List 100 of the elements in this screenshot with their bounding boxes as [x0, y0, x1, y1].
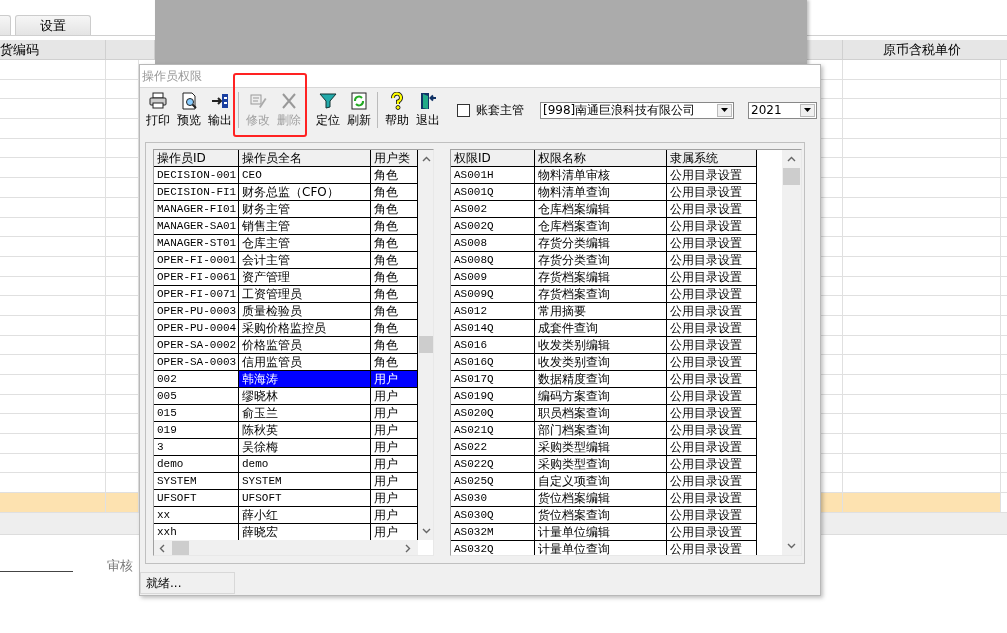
table-cell[interactable]: OPER-FI-0001	[154, 252, 239, 269]
table-cell[interactable]: AS022	[451, 439, 535, 456]
table-cell[interactable]: 角色	[371, 235, 418, 252]
table-cell[interactable]: 用户	[371, 490, 418, 507]
table-cell[interactable]: 工资管理员	[239, 286, 371, 303]
table-cell[interactable]: OPER-SA-0003	[154, 354, 239, 371]
table-cell[interactable]: demo	[239, 456, 371, 473]
table-cell[interactable]: 采购类型编辑	[535, 439, 667, 456]
table-cell[interactable]: 缪晓林	[239, 388, 371, 405]
table-cell[interactable]: 存货档案查询	[535, 286, 667, 303]
table-cell[interactable]: MANAGER-SA01	[154, 218, 239, 235]
table-cell[interactable]: 仓库档案编辑	[535, 201, 667, 218]
table-cell[interactable]: 薛晓宏	[239, 524, 371, 540]
table-cell[interactable]: 公用目录设置	[667, 320, 757, 337]
table-cell[interactable]: AS002Q	[451, 218, 535, 235]
table-cell[interactable]: 财务主管	[239, 201, 371, 218]
column-header[interactable]: 权限名称	[535, 150, 667, 167]
table-cell[interactable]: 计量单位查询	[535, 541, 667, 555]
table-cell[interactable]: AS030	[451, 490, 535, 507]
table-cell[interactable]: 常用摘要	[535, 303, 667, 320]
table-cell[interactable]: 公用目录设置	[667, 354, 757, 371]
toolbar-button[interactable]: 退出	[412, 89, 443, 131]
toolbar-button[interactable]: 刷新	[343, 89, 374, 131]
table-cell[interactable]: 吴徐梅	[239, 439, 371, 456]
table-cell[interactable]: AS022Q	[451, 456, 535, 473]
table-cell[interactable]: 用户	[371, 439, 418, 456]
table-cell[interactable]: 部门档案查询	[535, 422, 667, 439]
table-cell[interactable]: 收发类别查询	[535, 354, 667, 371]
table-cell[interactable]: 计量单位编辑	[535, 524, 667, 541]
column-header[interactable]: 隶属系统	[667, 150, 757, 167]
table-cell[interactable]: 用户	[371, 456, 418, 473]
table-cell[interactable]: 角色	[371, 320, 418, 337]
column-header[interactable]: 操作员全名	[239, 150, 371, 167]
table-cell[interactable]: 采购价格监控员	[239, 320, 371, 337]
table-cell[interactable]: 质量检验员	[239, 303, 371, 320]
table-cell[interactable]: 公用目录设置	[667, 473, 757, 490]
table-cell[interactable]: UFSOFT	[154, 490, 239, 507]
table-cell[interactable]: 数据精度查询	[535, 371, 667, 388]
table-cell[interactable]: 陈秋英	[239, 422, 371, 439]
table-cell[interactable]: 薛小红	[239, 507, 371, 524]
table-cell[interactable]: SYSTEM	[239, 473, 371, 490]
table-cell[interactable]: 存货分类查询	[535, 252, 667, 269]
table-cell[interactable]: AS016Q	[451, 354, 535, 371]
table-cell[interactable]: 公用目录设置	[667, 184, 757, 201]
table-cell[interactable]: CEO	[239, 167, 371, 184]
table-cell[interactable]: 俞玉兰	[239, 405, 371, 422]
table-cell[interactable]: demo	[154, 456, 239, 473]
tab[interactable]: 设置	[15, 15, 91, 35]
table-cell[interactable]: AS008	[451, 235, 535, 252]
table-cell[interactable]: 价格监管员	[239, 337, 371, 354]
table-cell[interactable]: 角色	[371, 354, 418, 371]
table-cell[interactable]: AS001Q	[451, 184, 535, 201]
table-cell[interactable]: AS001H	[451, 167, 535, 184]
table-cell[interactable]: 用户	[371, 524, 418, 540]
table-cell[interactable]: 角色	[371, 286, 418, 303]
table-cell[interactable]: 物料清单查询	[535, 184, 667, 201]
table-cell[interactable]: AS008Q	[451, 252, 535, 269]
table-cell[interactable]: 角色	[371, 337, 418, 354]
table-cell[interactable]: OPER-PU-0003	[154, 303, 239, 320]
table-cell[interactable]: 公用目录设置	[667, 201, 757, 218]
table-cell[interactable]: DECISION-FI1	[154, 184, 239, 201]
table-cell[interactable]: 用户	[371, 388, 418, 405]
table-cell[interactable]: 角色	[371, 167, 418, 184]
table-cell[interactable]: AS030Q	[451, 507, 535, 524]
table-cell[interactable]: OPER-PU-0004	[154, 320, 239, 337]
table-cell[interactable]: OPER-SA-0002	[154, 337, 239, 354]
table-cell[interactable]: 公用目录设置	[667, 524, 757, 541]
table-cell[interactable]: 收发类别编辑	[535, 337, 667, 354]
table-cell[interactable]: 自定义项查询	[535, 473, 667, 490]
table-cell[interactable]: SYSTEM	[154, 473, 239, 490]
table-cell[interactable]: AS016	[451, 337, 535, 354]
toolbar-button[interactable]: 帮助	[381, 89, 412, 131]
table-cell[interactable]: 公用目录设置	[667, 388, 757, 405]
table-cell[interactable]: 公用目录设置	[667, 286, 757, 303]
column-header[interactable]: 操作员ID	[154, 150, 239, 167]
table-cell[interactable]: 角色	[371, 218, 418, 235]
table-cell[interactable]: 公用目录设置	[667, 218, 757, 235]
table-cell[interactable]: AS019Q	[451, 388, 535, 405]
table-cell[interactable]: 财务总监（CFO）	[239, 184, 371, 201]
table-cell[interactable]: 存货档案编辑	[535, 269, 667, 286]
table-cell[interactable]: 仓库主管	[239, 235, 371, 252]
table-cell[interactable]: 会计主管	[239, 252, 371, 269]
table-cell[interactable]: 公用目录设置	[667, 303, 757, 320]
table-cell[interactable]: 005	[154, 388, 239, 405]
table-cell[interactable]: AS032Q	[451, 541, 535, 555]
table-cell[interactable]: 成套件查询	[535, 320, 667, 337]
table-cell[interactable]: 物料清单审核	[535, 167, 667, 184]
table-cell[interactable]: 货位档案编辑	[535, 490, 667, 507]
table-cell[interactable]: 存货分类编辑	[535, 235, 667, 252]
table-cell[interactable]: 职员档案查询	[535, 405, 667, 422]
table-cell[interactable]: AS025Q	[451, 473, 535, 490]
table-cell[interactable]: UFSOFT	[239, 490, 371, 507]
toolbar-button[interactable]: 预览	[173, 89, 204, 131]
table-cell[interactable]: AS012	[451, 303, 535, 320]
table-cell[interactable]: 公用目录设置	[667, 456, 757, 473]
table-cell[interactable]: 用户	[371, 473, 418, 490]
table-cell[interactable]: 公用目录设置	[667, 422, 757, 439]
table-cell[interactable]: 韩海涛	[239, 371, 371, 388]
table-cell[interactable]: 公用目录设置	[667, 167, 757, 184]
table-cell[interactable]: 公用目录设置	[667, 490, 757, 507]
